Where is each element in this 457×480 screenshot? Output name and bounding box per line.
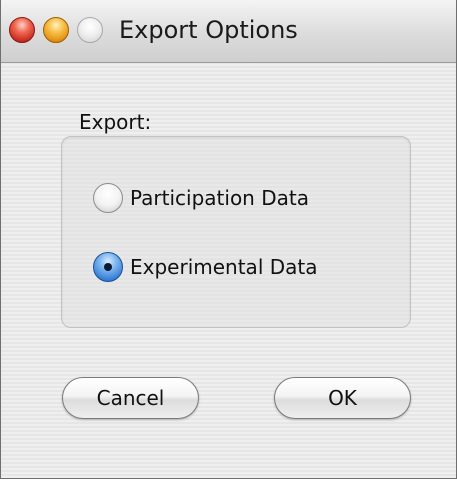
radio-button-unselected[interactable]: [93, 183, 123, 213]
radio-button-selected[interactable]: [93, 252, 123, 282]
cancel-button[interactable]: Cancel: [62, 377, 199, 419]
radio-label-participation-data: Participation Data: [130, 186, 309, 210]
export-group-label: Export:: [79, 110, 152, 134]
radio-experimental-data[interactable]: Experimental Data: [93, 250, 317, 284]
zoom-window-button[interactable]: [77, 17, 103, 43]
ok-button[interactable]: OK: [274, 377, 411, 419]
radio-label-experimental-data: Experimental Data: [130, 255, 318, 279]
radio-participation-data[interactable]: Participation Data: [93, 181, 309, 215]
close-window-button[interactable]: [9, 17, 35, 43]
window-title: Export Options: [119, 16, 298, 44]
title-bar[interactable]: Export Options: [1, 0, 456, 63]
export-group-box: [61, 136, 411, 328]
radio-selected-dot: [104, 263, 112, 271]
minimize-window-button[interactable]: [43, 17, 69, 43]
export-options-dialog: Export Options Export: Participation Dat…: [0, 0, 457, 479]
